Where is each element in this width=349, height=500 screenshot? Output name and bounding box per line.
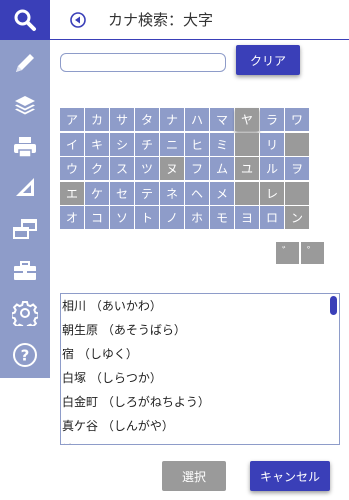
kana-key[interactable]: リ: [260, 132, 284, 156]
svg-text:?: ?: [21, 347, 30, 365]
kana-key: レ: [260, 181, 284, 205]
sidebar-windows-button[interactable]: [0, 210, 50, 248]
list-item[interactable]: 白塚 （しらつか）: [61, 366, 339, 390]
sidebar-help-button[interactable]: ?: [0, 336, 50, 374]
sidebar-layers-button[interactable]: [0, 86, 50, 124]
kana-key: ン: [285, 206, 309, 229]
layers-icon: [15, 96, 35, 115]
kana-key[interactable]: セ: [110, 181, 134, 205]
kana-key: [285, 181, 309, 205]
kana-key[interactable]: ウ: [60, 157, 84, 180]
kana-key[interactable]: モ: [210, 206, 234, 229]
sidebar-settings-button[interactable]: [0, 294, 50, 332]
kana-key: ヌ: [160, 157, 184, 180]
list-item[interactable]: 神明 （しんめい）: [61, 438, 339, 444]
sidebar: ?: [0, 0, 50, 500]
kana-key[interactable]: フ: [185, 157, 209, 180]
kana-key[interactable]: ツ: [135, 157, 159, 180]
kana-key[interactable]: カ: [85, 108, 109, 131]
kana-key[interactable]: キ: [85, 132, 109, 156]
toolbox-icon: [14, 261, 36, 280]
kana-key[interactable]: ワ: [285, 108, 309, 131]
kana-key[interactable]: ミ: [210, 132, 234, 156]
back-circle-icon[interactable]: [70, 12, 86, 28]
kana-key[interactable]: ナ: [160, 108, 184, 131]
sidebar-search-button[interactable]: [0, 0, 50, 40]
ruler-icon: [16, 178, 34, 196]
kana-key[interactable]: ム: [210, 157, 234, 180]
kana-key: [235, 181, 259, 205]
kana-key[interactable]: ヨ: [235, 206, 259, 229]
sidebar-tools-button[interactable]: [0, 252, 50, 290]
kana-key[interactable]: オ: [60, 206, 84, 229]
printer-icon: [14, 137, 36, 158]
kana-key[interactable]: イ: [60, 132, 84, 156]
kana-key[interactable]: ヒ: [185, 132, 209, 156]
search-icon: [14, 9, 36, 31]
kana-key[interactable]: ロ: [260, 206, 284, 229]
kana-key[interactable]: ケ: [85, 181, 109, 205]
kana-key[interactable]: タ: [135, 108, 159, 131]
kana-key[interactable]: ノ: [160, 206, 184, 229]
kana-key: ユ: [235, 157, 259, 180]
list-item[interactable]: 白金町 （しろがねちよう）: [61, 390, 339, 414]
list-item[interactable]: 朝生原 （あそうばら）: [61, 318, 339, 342]
kana-key[interactable]: テ: [135, 181, 159, 205]
sidebar-measure-button[interactable]: [0, 168, 50, 206]
kana-key[interactable]: ル: [260, 157, 284, 180]
list-item[interactable]: 宿 （しゆく）: [61, 342, 339, 366]
kana-key[interactable]: ヲ: [285, 157, 309, 180]
kana-key[interactable]: ア: [60, 108, 84, 131]
header: カナ検索：大字: [50, 0, 349, 40]
list-item[interactable]: 相川 （あいかわ）: [61, 294, 339, 318]
clear-button[interactable]: クリア: [236, 45, 300, 75]
kana-key[interactable]: ラ: [260, 108, 284, 131]
kana-key[interactable]: ヘ: [185, 181, 209, 205]
dakuten-button[interactable]: ゛: [276, 242, 299, 264]
sidebar-tools: ?: [0, 40, 50, 378]
kana-key[interactable]: ホ: [185, 206, 209, 229]
result-list: 相川 （あいかわ） 朝生原 （あそうばら）宿 （しゆく） 白塚 （しらつか） 白金町 …: [60, 293, 340, 445]
help-icon: ?: [13, 343, 37, 367]
kana-key[interactable]: ネ: [160, 181, 184, 205]
sidebar-draw-button[interactable]: [0, 44, 50, 82]
search-input[interactable]: [60, 53, 226, 72]
gear-icon: [12, 301, 38, 326]
kana-key[interactable]: メ: [210, 181, 234, 205]
kana-key[interactable]: コ: [85, 206, 109, 229]
pencil-icon: [16, 54, 34, 72]
kana-key: エ: [60, 181, 84, 205]
scrollbar[interactable]: [329, 295, 338, 443]
sidebar-print-button[interactable]: [0, 128, 50, 166]
kana-key[interactable]: マ: [210, 108, 234, 131]
kana-key[interactable]: ス: [110, 157, 134, 180]
handakuten-button[interactable]: ゜: [301, 242, 324, 264]
kana-key[interactable]: ニ: [160, 132, 184, 156]
kana-grid: アカサタナハマヤラワイキシチニヒミ リウクスツヌフムユルヲエケセテネヘメ レオコソト…: [60, 108, 310, 230]
kana-key[interactable]: ソ: [110, 206, 134, 229]
kana-key[interactable]: シ: [110, 132, 134, 156]
kana-key: [235, 132, 259, 156]
page-title: カナ検索：大字: [108, 11, 214, 29]
kana-key[interactable]: チ: [135, 132, 159, 156]
kana-key[interactable]: ク: [85, 157, 109, 180]
kana-key[interactable]: ヤ: [235, 108, 259, 131]
list-item[interactable]: 真ケ谷 （しんがや）: [61, 414, 339, 438]
kana-key[interactable]: サ: [110, 108, 134, 131]
kana-key[interactable]: ハ: [185, 108, 209, 131]
select-button[interactable]: 選択: [162, 461, 226, 491]
kana-key: [285, 132, 309, 156]
scrollbar-thumb[interactable]: [330, 296, 337, 315]
windows-icon: [13, 219, 37, 239]
cancel-button[interactable]: キャンセル: [250, 461, 330, 491]
kana-key[interactable]: ト: [135, 206, 159, 229]
